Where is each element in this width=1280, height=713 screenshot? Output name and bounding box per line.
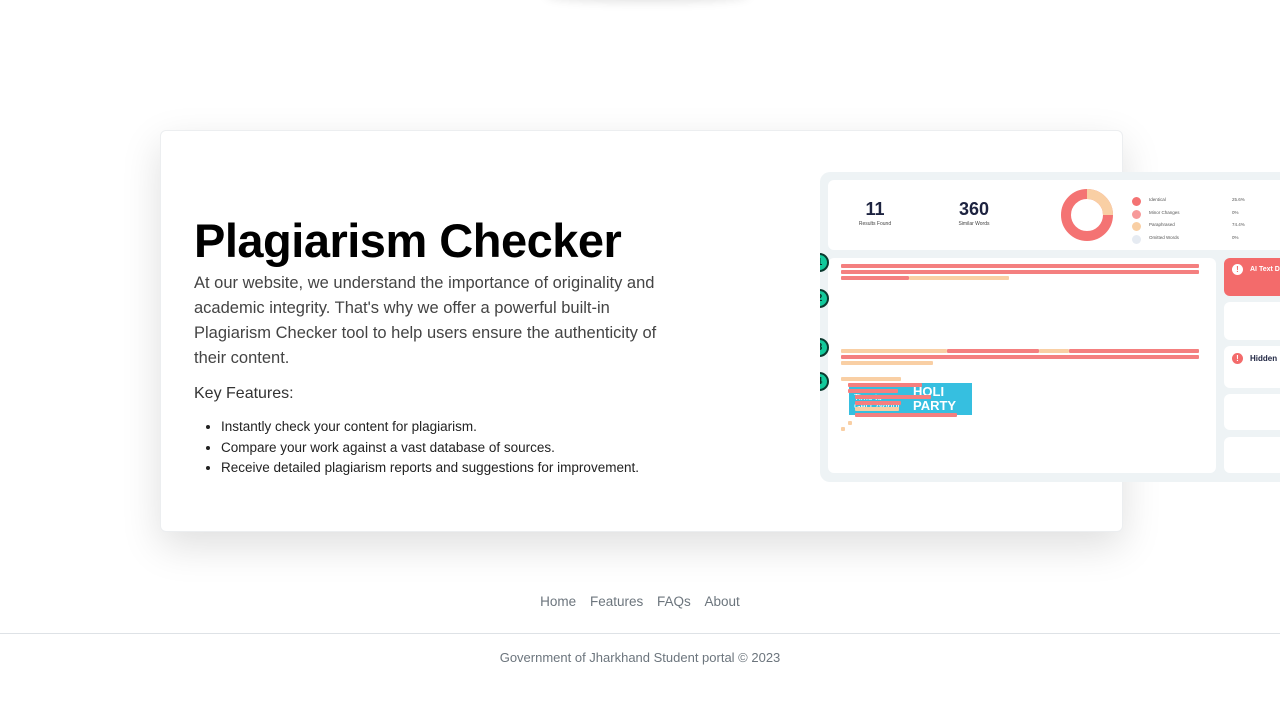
highlight-line [855, 413, 957, 417]
plagiarism-report-illustration: 11 Results Found 360 Similar Words Ident… [820, 172, 1280, 482]
stats-summary: 11 Results Found 360 Similar Words Ident… [828, 180, 1280, 250]
similar-words-value: 360 [958, 199, 990, 219]
banner-big2: PARTY [913, 398, 957, 413]
legend-name: Omitted Words [1149, 235, 1179, 241]
footer-link-features[interactable]: Features [590, 594, 643, 609]
side-placeholder-card [1224, 437, 1280, 473]
highlighted-text-box: Time to Get Colorful HOLI PARTY [828, 258, 1216, 473]
feature-item: Receive detailed plagiarism reports and … [221, 458, 694, 479]
footer-nav: Home Features FAQs About [0, 594, 1280, 609]
ai-text-card: ! AI Text D [1224, 258, 1280, 296]
similarity-donut-chart [1061, 189, 1113, 241]
highlight-line [855, 407, 899, 411]
legend-name: Paraphrased [1149, 222, 1175, 228]
highlight-line [1039, 349, 1069, 353]
ai-text-title: AI Text D [1250, 266, 1280, 273]
alert-icon: ! [1232, 264, 1243, 275]
highlight-line [841, 355, 1199, 359]
side-placeholder-card [1224, 394, 1280, 430]
hidden-title: Hidden [1250, 354, 1278, 363]
features-list: Instantly check your content for plagiar… [194, 417, 694, 479]
legend-dot [1132, 197, 1141, 206]
side-placeholder-card [1224, 302, 1280, 340]
donut-legend: Identical 25.6% Minor Changes 0% Paraphr… [1132, 194, 1262, 245]
legend-row: Paraphrased 74.4% [1132, 219, 1262, 232]
legend-value: 0% [1232, 209, 1239, 215]
hero-description: At our website, we understand the import… [194, 274, 657, 367]
legend-row: Minor Changes 0% [1132, 207, 1262, 220]
highlight-line [841, 377, 901, 381]
legend-row: Identical 25.6% [1132, 194, 1262, 207]
highlight-line [841, 349, 947, 353]
copyright-text: Government of Jharkhand Student portal ©… [499, 650, 781, 665]
highlight-line [848, 389, 898, 393]
legend-row: Omitted Words 0% [1132, 232, 1262, 245]
banner-big-text: HOLI PARTY [913, 385, 956, 413]
highlight-line [841, 276, 909, 280]
legend-name: Identical [1149, 197, 1166, 202]
legend-value: 74.4% [1232, 222, 1245, 228]
highlight-line [848, 383, 922, 387]
highlight-line [947, 349, 1039, 353]
footer-divider [0, 633, 1280, 634]
footer-link-faqs[interactable]: FAQs [657, 594, 691, 609]
alert-icon: ! [1232, 353, 1243, 364]
similar-words-label: Similar Words [958, 221, 990, 227]
legend-dot [1132, 235, 1141, 245]
highlight-line [841, 270, 1199, 274]
hero-text: Plagiarism Checker At our website, we un… [194, 215, 694, 479]
results-found-stat: 11 Results Found [852, 198, 898, 228]
features-heading: Key Features: [194, 385, 294, 402]
highlight-line [841, 264, 1199, 268]
footer-link-home[interactable]: Home [540, 594, 576, 609]
highlight-line [855, 395, 931, 399]
results-found-value: 11 [865, 199, 885, 219]
highlight-line [848, 421, 852, 425]
hidden-card: ! Hidden [1224, 346, 1280, 388]
highlight-line [909, 276, 1009, 280]
legend-value: 25.6% [1232, 197, 1245, 202]
legend-name: Minor Changes [1149, 209, 1180, 215]
report-panel: 11 Results Found 360 Similar Words Ident… [820, 172, 1280, 482]
similar-words-stat: 360 Similar Words [949, 198, 999, 228]
legend-value: 0% [1232, 235, 1239, 241]
page-title: Plagiarism Checker [194, 214, 622, 267]
highlight-line [841, 361, 933, 365]
highlight-line [1069, 349, 1199, 353]
highlight-line [855, 401, 901, 405]
feature-item: Compare your work against a vast databas… [221, 438, 694, 459]
results-found-label: Results Found [858, 221, 892, 227]
legend-dot [1132, 222, 1141, 232]
legend-dot [1132, 209, 1141, 219]
footer-link-about[interactable]: About [705, 594, 740, 609]
feature-item: Instantly check your content for plagiar… [221, 417, 694, 438]
highlight-line [841, 427, 845, 431]
